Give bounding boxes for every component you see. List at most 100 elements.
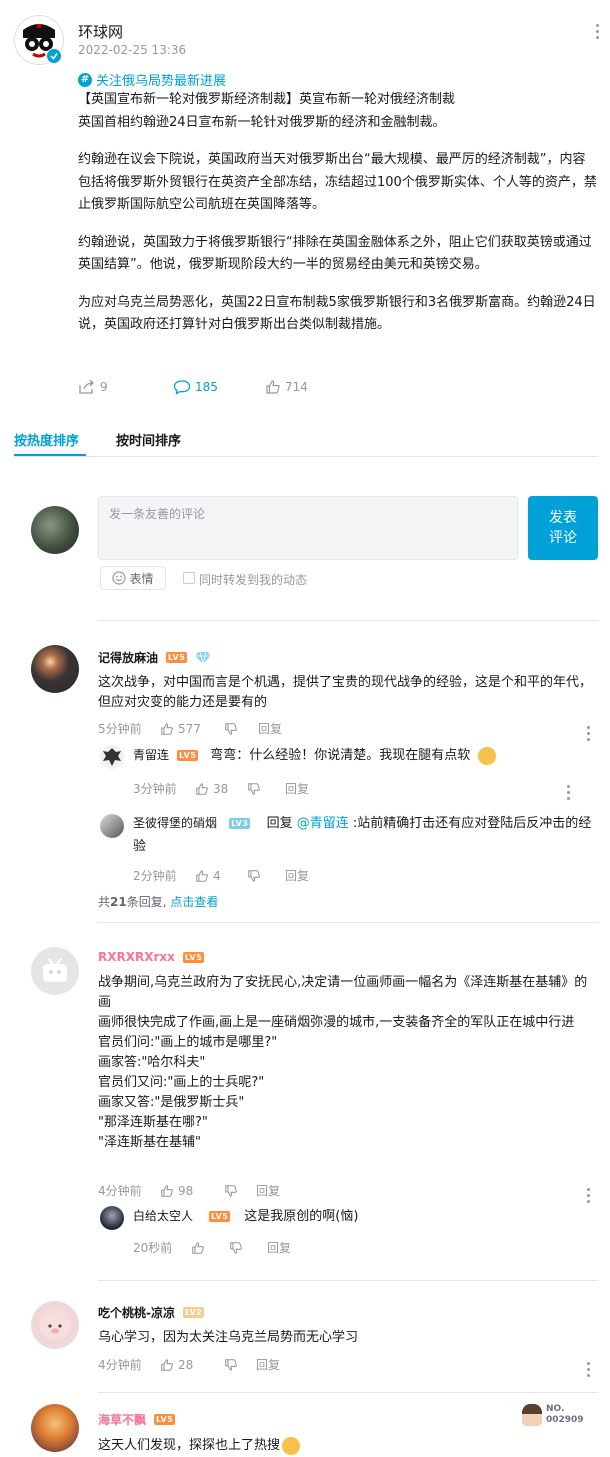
comment-line: 战争期间,乌克兰政府为了安抚民心,决定请一位画师画一幅名为《泽连斯基在基辅》的画: [98, 975, 588, 1010]
comment-avatar[interactable]: [31, 1404, 79, 1452]
level-badge: LV5: [177, 750, 199, 761]
like-button[interactable]: 577: [160, 722, 224, 736]
reply-text: 弯弯：什么经验！你说清楚。我现在腿有点软: [210, 748, 471, 763]
dislike-button[interactable]: [247, 869, 285, 883]
reply-text: 这是我原创的啊(恼): [244, 1209, 359, 1224]
divider: [98, 922, 598, 923]
tab-hot[interactable]: 按热度排序: [14, 430, 79, 449]
thumb-up-icon: [161, 1358, 173, 1371]
reply-button[interactable]: 回复: [258, 720, 282, 737]
divider: [98, 1392, 598, 1393]
forward-checkbox[interactable]: [183, 572, 195, 584]
more-menu-icon[interactable]: [567, 785, 571, 803]
tab-time[interactable]: 按时间排序: [116, 430, 181, 449]
share-button[interactable]: 9: [78, 379, 173, 395]
like-button[interactable]: [191, 1241, 229, 1255]
comment-text: 这次战争，对中国而言是个机遇，提供了宝贵的现代战争的经验，这是个和平的年代，但应…: [98, 675, 593, 710]
reply-username[interactable]: 白给太空人: [133, 1205, 193, 1228]
level-badge: LV5: [166, 652, 188, 663]
comment-username[interactable]: 吃个桃桃-凉凉: [98, 1304, 175, 1321]
reply-button[interactable]: 回复: [256, 1182, 280, 1199]
smile-icon: [112, 571, 127, 585]
comment-input[interactable]: 发一条友善的评论: [98, 496, 518, 560]
summary-prefix: 共: [98, 895, 111, 909]
dislike-button[interactable]: [224, 722, 258, 736]
emoji-label: 表情: [129, 571, 154, 586]
reply-avatar[interactable]: [100, 745, 124, 769]
like-button[interactable]: 28: [160, 1358, 224, 1372]
verified-icon: [46, 48, 62, 64]
reply-username[interactable]: 青留连: [133, 744, 169, 767]
dislike-button[interactable]: [229, 1241, 267, 1255]
like-button[interactable]: 98: [160, 1184, 224, 1198]
thumb-down-icon: [225, 1184, 237, 1197]
comment-header: 记得放麻油 LV5: [98, 649, 211, 666]
more-menu-icon[interactable]: [587, 726, 591, 744]
comment-line: 画家又答:"是俄罗斯士兵": [98, 1095, 245, 1110]
post-button-line2: 评论: [549, 530, 577, 546]
topic-tag[interactable]: # 关注俄乌局势最新进展: [78, 70, 226, 89]
dislike-button[interactable]: [247, 782, 285, 796]
more-menu-icon[interactable]: [596, 24, 600, 42]
comment-time: 4分钟前: [98, 1358, 142, 1372]
like-count: 4: [213, 868, 221, 883]
comment-text: 这天人们发现，探探也上了热搜: [98, 1438, 281, 1453]
comment-text: 战争期间,乌克兰政府为了安抚民心,决定请一位画师画一幅名为《泽连斯基在基辅》的画…: [98, 973, 598, 1153]
like-count: 98: [178, 1183, 194, 1198]
emoji-button[interactable]: 表情: [100, 566, 166, 590]
reply-button[interactable]: 回复: [267, 1239, 291, 1256]
comment-header: 海草不飘 LV5: [98, 1411, 176, 1428]
more-menu-icon[interactable]: [587, 1362, 591, 1380]
reply-avatar[interactable]: [100, 1206, 124, 1230]
reply-button[interactable]: 回复: [285, 780, 309, 797]
like-button[interactable]: 4: [195, 869, 247, 883]
comment-username[interactable]: 海草不飘: [98, 1411, 146, 1428]
cat-emoji-icon: [282, 1437, 301, 1455]
summary-count: 21: [110, 895, 127, 909]
thumb-down-icon: [248, 869, 260, 882]
more-menu-icon[interactable]: [587, 1188, 591, 1206]
fan-badge-number: 002909: [546, 1415, 584, 1425]
comment-avatar[interactable]: [31, 645, 79, 693]
view-replies-link[interactable]: 点击查看: [170, 895, 218, 909]
comment-avatar[interactable]: [31, 1301, 79, 1349]
thumb-down-icon: [230, 1241, 242, 1254]
thumb-up-icon: [266, 380, 280, 394]
dislike-button[interactable]: [224, 1184, 256, 1198]
like-button[interactable]: 714: [265, 379, 308, 395]
thumb-down-icon: [248, 782, 260, 795]
comment-line: "那泽连斯基在哪?": [98, 1115, 208, 1130]
comment-username[interactable]: RXRXRXrxx: [98, 950, 175, 964]
thumb-up-icon: [192, 1241, 204, 1254]
mention-link[interactable]: @青留连: [297, 816, 349, 831]
thumb-up-icon: [196, 869, 208, 882]
comment-username[interactable]: 记得放麻油: [98, 649, 158, 666]
comment-avatar[interactable]: [31, 947, 79, 995]
my-avatar: [31, 506, 79, 554]
author-name[interactable]: 环球网: [78, 21, 123, 42]
comment-placeholder: 发一条友善的评论: [109, 507, 206, 521]
like-button[interactable]: 38: [195, 782, 247, 796]
level-badge: LV2: [182, 1307, 205, 1318]
reply-meta: 3分钟前 38 回复: [133, 780, 309, 797]
reply-prefix: 回复: [266, 816, 297, 831]
reply-button[interactable]: 回复: [256, 1356, 280, 1373]
reply-username[interactable]: 圣彼得堡的硝烟: [133, 816, 217, 830]
post-comment-button[interactable]: 发表 评论: [528, 496, 598, 560]
like-count: 28: [178, 1357, 194, 1372]
article-paragraph: 【英国宣布新一轮对俄罗斯经济制裁】英宣布新一轮对俄经济制裁 英国首相约翰逊24日…: [78, 92, 456, 130]
reply-time: 3分钟前: [133, 782, 177, 796]
reply-button[interactable]: 回复: [285, 867, 309, 884]
topic-label: 关注俄乌局势最新进展: [96, 74, 227, 89]
comment-time: 4分钟前: [98, 1184, 142, 1198]
fan-badge-no: NO.: [546, 1404, 565, 1414]
article-body: 【英国宣布新一轮对俄罗斯经济制裁】英宣布新一轮对俄经济制裁 英国首相约翰逊24日…: [78, 89, 598, 352]
comment-meta: 4分钟前 98 回复: [98, 1182, 280, 1199]
reply-meta: 20秒前 回复: [133, 1239, 291, 1256]
dislike-button[interactable]: [224, 1358, 256, 1372]
comment-header: 吃个桃桃-凉凉 LV2: [98, 1304, 205, 1321]
comment-meta: 5分钟前 577 回复: [98, 720, 282, 737]
reply-avatar[interactable]: [100, 814, 124, 838]
comment-button[interactable]: 185: [173, 379, 265, 395]
share-count: 9: [100, 380, 108, 394]
